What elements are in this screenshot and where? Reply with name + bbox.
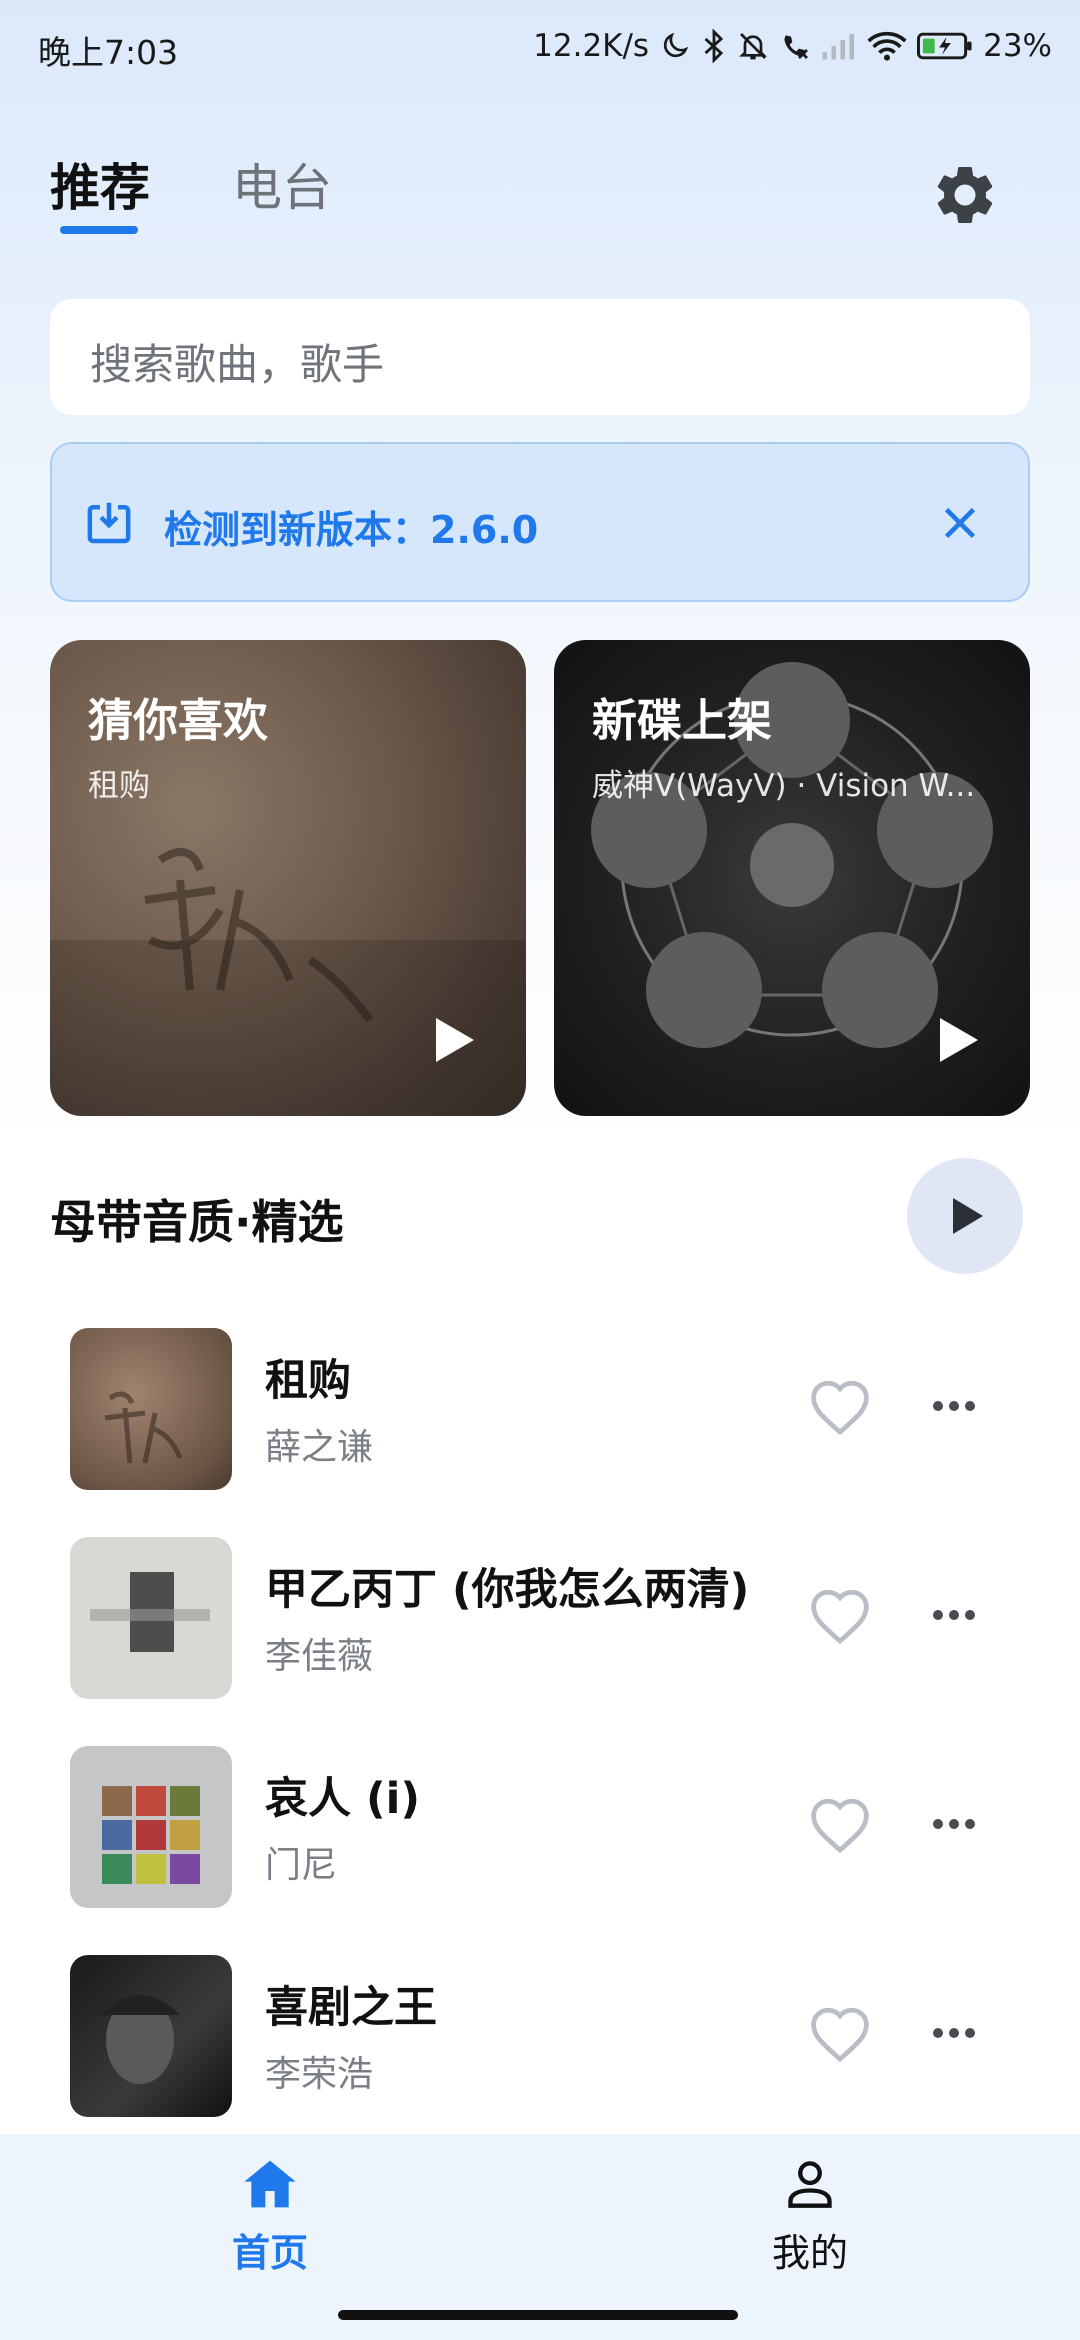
song-artist: 李佳薇 [265, 1636, 374, 1677]
heart-icon[interactable] [808, 1587, 872, 1645]
play-icon[interactable] [430, 1014, 478, 1066]
song-title: 甲乙丙丁 (你我怎么两清) [265, 1565, 750, 1615]
song-cover [70, 1746, 232, 1908]
card-subtitle: 租购 [88, 768, 150, 804]
song-artist: 李荣浩 [265, 2054, 374, 2095]
update-text: 检测到新版本：2.6.0 [164, 508, 539, 552]
gear-icon[interactable] [930, 160, 1000, 230]
status-icons: 12.2K/s 23% [533, 24, 1052, 68]
heart-icon[interactable] [808, 1378, 872, 1436]
heart-icon[interactable] [808, 1796, 872, 1854]
play-icon[interactable] [934, 1014, 982, 1066]
nav-home[interactable]: 首页 [170, 2158, 370, 2277]
song-artist: 门尼 [265, 1845, 338, 1886]
song-cover [70, 1328, 232, 1490]
nav-mine-label: 我的 [771, 2231, 848, 2275]
wifi-icon [867, 31, 907, 61]
moon-icon [659, 30, 691, 62]
song-row[interactable]: 甲乙丙丁 (你我怎么两清) 李佳薇 [0, 1537, 1080, 1707]
song-row[interactable]: 喜剧之王 李荣浩 [0, 1955, 1080, 2125]
song-artist: 薛之谦 [265, 1427, 374, 1468]
song-cover [70, 1537, 232, 1699]
home-indicator[interactable] [338, 2310, 738, 2320]
call-off-icon [779, 30, 811, 62]
bluetooth-icon [701, 29, 727, 63]
song-cover [70, 1955, 232, 2117]
status-time: 晚上7:03 [38, 33, 179, 72]
status-bar: 晚上7:03 12.2K/s 23% [0, 0, 1080, 95]
guess-you-like-card[interactable]: 猜你喜欢 租购 [50, 640, 526, 1116]
download-icon [82, 496, 136, 550]
battery-icon [917, 31, 973, 61]
song-title: 哀人 (i) [265, 1774, 421, 1824]
active-tab-indicator [60, 226, 138, 234]
more-icon[interactable] [930, 1816, 978, 1832]
close-icon[interactable] [937, 500, 983, 546]
play-all-button[interactable] [907, 1158, 1023, 1274]
song-row[interactable]: 租购 薛之谦 [0, 1328, 1080, 1498]
person-icon [788, 2161, 832, 2208]
heart-icon[interactable] [808, 2005, 872, 2063]
signal-icon [821, 31, 857, 61]
home-icon [244, 2160, 296, 2208]
update-banner[interactable]: 检测到新版本：2.6.0 [50, 442, 1030, 602]
new-album-card[interactable]: 新碟上架 威神V(WayV) · Vision W... [554, 640, 1030, 1116]
search-input[interactable]: 搜索歌曲，歌手 [50, 299, 1030, 415]
search-placeholder: 搜索歌曲，歌手 [90, 340, 385, 389]
silent-bell-icon [737, 29, 769, 63]
nav-mine[interactable]: 我的 [710, 2158, 910, 2277]
more-icon[interactable] [930, 1607, 978, 1623]
card-title: 新碟上架 [592, 694, 773, 747]
net-speed: 12.2K/s [533, 28, 650, 64]
song-row[interactable]: 哀人 (i) 门尼 [0, 1746, 1080, 1916]
song-title: 喜剧之王 [265, 1983, 437, 2033]
play-icon [953, 1198, 983, 1234]
tab-recommend[interactable]: 推荐 [50, 148, 150, 220]
song-title: 租购 [265, 1356, 351, 1406]
card-subtitle: 威神V(WayV) · Vision W... [592, 768, 976, 804]
tab-radio[interactable]: 电台 [232, 148, 332, 220]
nav-home-label: 首页 [231, 2231, 308, 2275]
section-title: 母带音质·精选 [50, 1195, 344, 1249]
more-icon[interactable] [930, 2025, 978, 2041]
more-icon[interactable] [930, 1398, 978, 1414]
card-title: 猜你喜欢 [88, 694, 269, 747]
battery-percent: 23% [983, 28, 1052, 64]
